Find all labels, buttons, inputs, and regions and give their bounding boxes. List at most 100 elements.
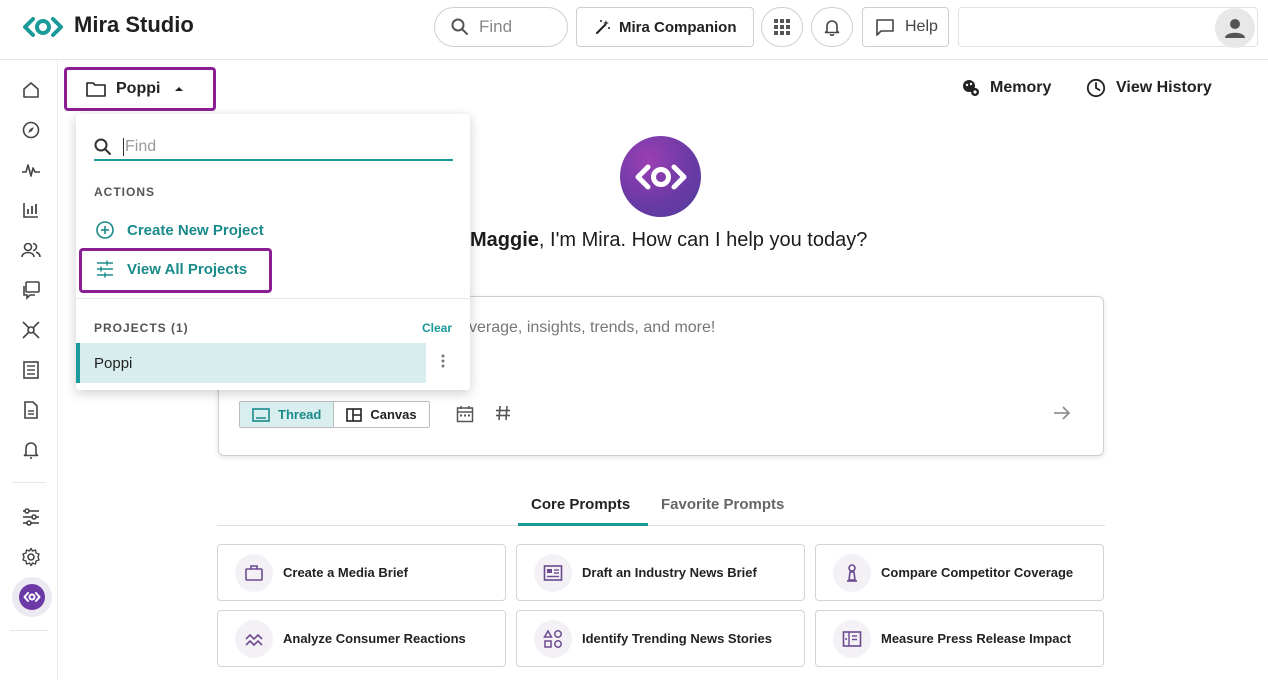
app-title: Mira Studio xyxy=(74,12,194,37)
mira-assistant-button[interactable] xyxy=(12,577,52,617)
newspaper-icon xyxy=(534,553,572,592)
thread-icon xyxy=(252,407,270,422)
project-search-placeholder: Find xyxy=(123,137,157,156)
bell-icon xyxy=(824,20,840,36)
prompt-card-media-brief[interactable]: Create a Media Brief xyxy=(217,544,506,601)
hashtag-icon[interactable] xyxy=(495,405,511,421)
greeting-name: Maggie xyxy=(470,229,539,251)
project-list-item[interactable]: Poppi xyxy=(76,343,426,383)
chat-bubble-icon xyxy=(876,19,894,36)
press-release-icon xyxy=(833,619,871,658)
tune-icon xyxy=(97,260,113,278)
prompt-card-press-release[interactable]: Measure Press Release Impact xyxy=(815,610,1104,667)
search-icon xyxy=(451,18,468,35)
card-label: Compare Competitor Coverage xyxy=(881,565,1074,580)
tab-favorite-prompts[interactable]: Favorite Prompts xyxy=(661,496,784,513)
user-icon xyxy=(1225,19,1245,38)
people-icon[interactable] xyxy=(19,238,43,262)
memory-button[interactable]: Memory xyxy=(961,78,1051,98)
magic-wand-icon xyxy=(596,20,610,34)
actions-heading: ACTIONS xyxy=(94,185,155,199)
alert-icon[interactable] xyxy=(19,438,43,462)
pulse-icon[interactable] xyxy=(19,158,43,182)
projects-heading: PROJECTS (1) xyxy=(94,321,189,335)
card-label: Identify Trending News Stories xyxy=(582,631,772,646)
project-selector-label: Poppi xyxy=(116,80,161,97)
clear-button[interactable]: Clear xyxy=(422,321,452,335)
project-selector-button[interactable]: Poppi xyxy=(64,67,216,111)
compass-icon[interactable] xyxy=(19,118,43,142)
rail-divider xyxy=(12,482,46,483)
card-label: Draft an Industry News Brief xyxy=(582,565,757,580)
more-vertical-icon[interactable] xyxy=(441,354,445,368)
search-placeholder: Find xyxy=(479,17,513,36)
card-label: Create a Media Brief xyxy=(283,565,408,580)
canvas-mode-label: Canvas xyxy=(370,407,417,422)
mira-icon xyxy=(19,584,45,610)
project-search-input[interactable]: Find xyxy=(94,134,453,161)
mode-toggle: Thread Canvas xyxy=(239,401,430,428)
canvas-mode-button[interactable]: Canvas xyxy=(334,402,429,427)
trend-wave-icon xyxy=(235,619,273,658)
prompt-card-competitor-coverage[interactable]: Compare Competitor Coverage xyxy=(815,544,1104,601)
sliders-icon[interactable] xyxy=(19,505,43,529)
create-new-project-item[interactable]: Create New Project xyxy=(95,220,264,240)
settings-icon[interactable] xyxy=(19,545,43,569)
apps-grid-icon xyxy=(774,19,790,35)
calendar-icon[interactable] xyxy=(456,405,474,423)
help-button[interactable]: Help xyxy=(862,7,949,47)
view-all-projects-item[interactable]: View All Projects xyxy=(95,260,247,278)
view-history-label: View History xyxy=(1116,79,1212,96)
mira-companion-button[interactable]: Mira Companion xyxy=(576,7,754,47)
card-label: Measure Press Release Impact xyxy=(881,631,1072,646)
prompt-tabs: Core Prompts Favorite Prompts xyxy=(217,490,1105,526)
prompt-card-trending-stories[interactable]: Identify Trending News Stories xyxy=(516,610,805,667)
clock-icon xyxy=(1086,78,1106,98)
canvas-icon xyxy=(346,407,363,422)
active-tab-indicator xyxy=(518,523,648,526)
mira-logo-icon[interactable] xyxy=(22,15,64,39)
tab-core-prompts[interactable]: Core Prompts xyxy=(531,496,630,513)
network-icon[interactable] xyxy=(19,318,43,342)
mira-hero-logo xyxy=(620,136,701,217)
plus-circle-icon xyxy=(96,221,114,239)
brain-gear-icon xyxy=(963,80,979,96)
prompt-card-consumer-reactions[interactable]: Analyze Consumer Reactions xyxy=(217,610,506,667)
greeting-message: , I'm Mira. How can I help you today? xyxy=(538,229,868,251)
rail-divider xyxy=(10,630,48,631)
mira-logo-icon xyxy=(635,164,686,189)
bar-chart-icon[interactable] xyxy=(19,198,43,222)
side-navigation xyxy=(0,60,58,680)
card-label: Analyze Consumer Reactions xyxy=(283,631,466,646)
help-label: Help xyxy=(905,18,938,35)
memory-label: Memory xyxy=(990,79,1052,96)
send-arrow-icon[interactable] xyxy=(1053,405,1071,421)
chess-pawn-icon xyxy=(833,553,871,592)
apps-grid-button[interactable] xyxy=(761,7,803,47)
top-bar-empty-field[interactable] xyxy=(958,7,1258,47)
menu-divider xyxy=(76,298,470,299)
companion-label: Mira Companion xyxy=(619,18,737,36)
briefcase-icon xyxy=(235,553,273,592)
shapes-icon xyxy=(534,619,572,658)
create-new-project-label: Create New Project xyxy=(127,221,264,239)
thread-mode-label: Thread xyxy=(278,407,322,422)
list-icon[interactable] xyxy=(19,358,43,382)
view-history-button[interactable]: View History xyxy=(1086,78,1212,98)
project-dropdown-menu: Find ACTIONS Create New Project View All… xyxy=(76,114,470,390)
caret-up-icon xyxy=(175,87,184,91)
greeting-text: Maggie, I'm Mira. How can I help you tod… xyxy=(470,229,867,252)
search-icon xyxy=(94,138,111,155)
notifications-button[interactable] xyxy=(811,7,853,47)
prompt-card-industry-news[interactable]: Draft an Industry News Brief xyxy=(516,544,805,601)
chat-icon[interactable] xyxy=(19,278,43,302)
view-all-projects-label: View All Projects xyxy=(127,260,248,278)
home-icon[interactable] xyxy=(19,78,43,102)
prompt-placeholder: verage, insights, trends, and more! xyxy=(469,319,716,336)
user-avatar[interactable] xyxy=(1215,8,1255,48)
top-bar: Mira Studio Find Mira Companion Help xyxy=(0,0,1268,60)
thread-mode-button[interactable]: Thread xyxy=(240,402,335,427)
global-search-input[interactable]: Find xyxy=(434,7,568,47)
document-icon[interactable] xyxy=(19,398,43,422)
folder-icon xyxy=(86,82,106,97)
